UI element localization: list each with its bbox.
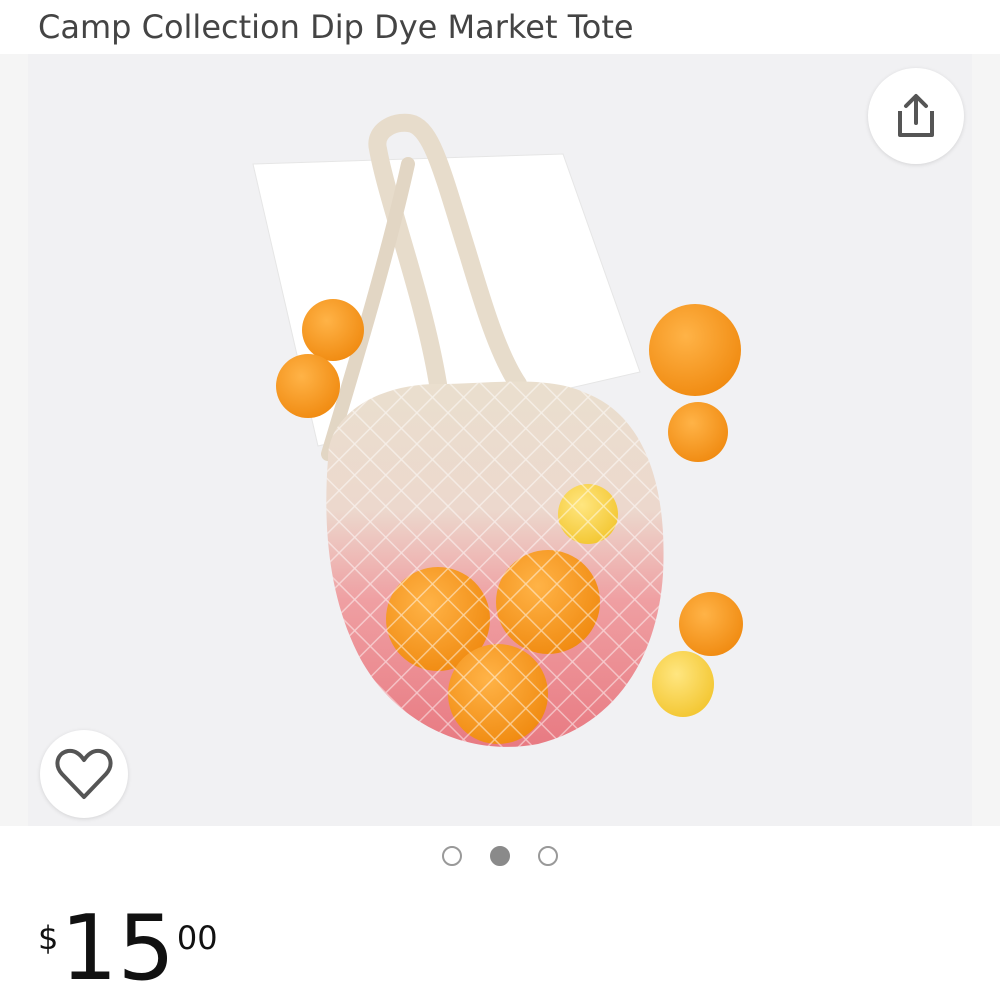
pagination-dot-1[interactable] — [442, 846, 462, 866]
price-whole: 15 — [60, 896, 175, 1001]
heart-outline-icon — [55, 748, 113, 799]
price-fraction: 00 — [176, 919, 218, 957]
gallery-pagination — [0, 846, 1000, 866]
share-icon — [898, 94, 934, 137]
pagination-dot-2[interactable] — [490, 846, 510, 866]
price: $ 15 00 — [38, 904, 218, 994]
image-gallery[interactable] — [0, 54, 1000, 826]
wishlist-button[interactable] — [40, 730, 128, 818]
pagination-dot-3[interactable] — [538, 846, 558, 866]
share-button[interactable] — [868, 68, 964, 164]
currency-symbol: $ — [38, 919, 59, 957]
product-title: Camp Collection Dip Dye Market Tote — [38, 8, 634, 46]
product-photo-illustration — [252, 113, 743, 747]
product-image[interactable] — [28, 54, 972, 826]
